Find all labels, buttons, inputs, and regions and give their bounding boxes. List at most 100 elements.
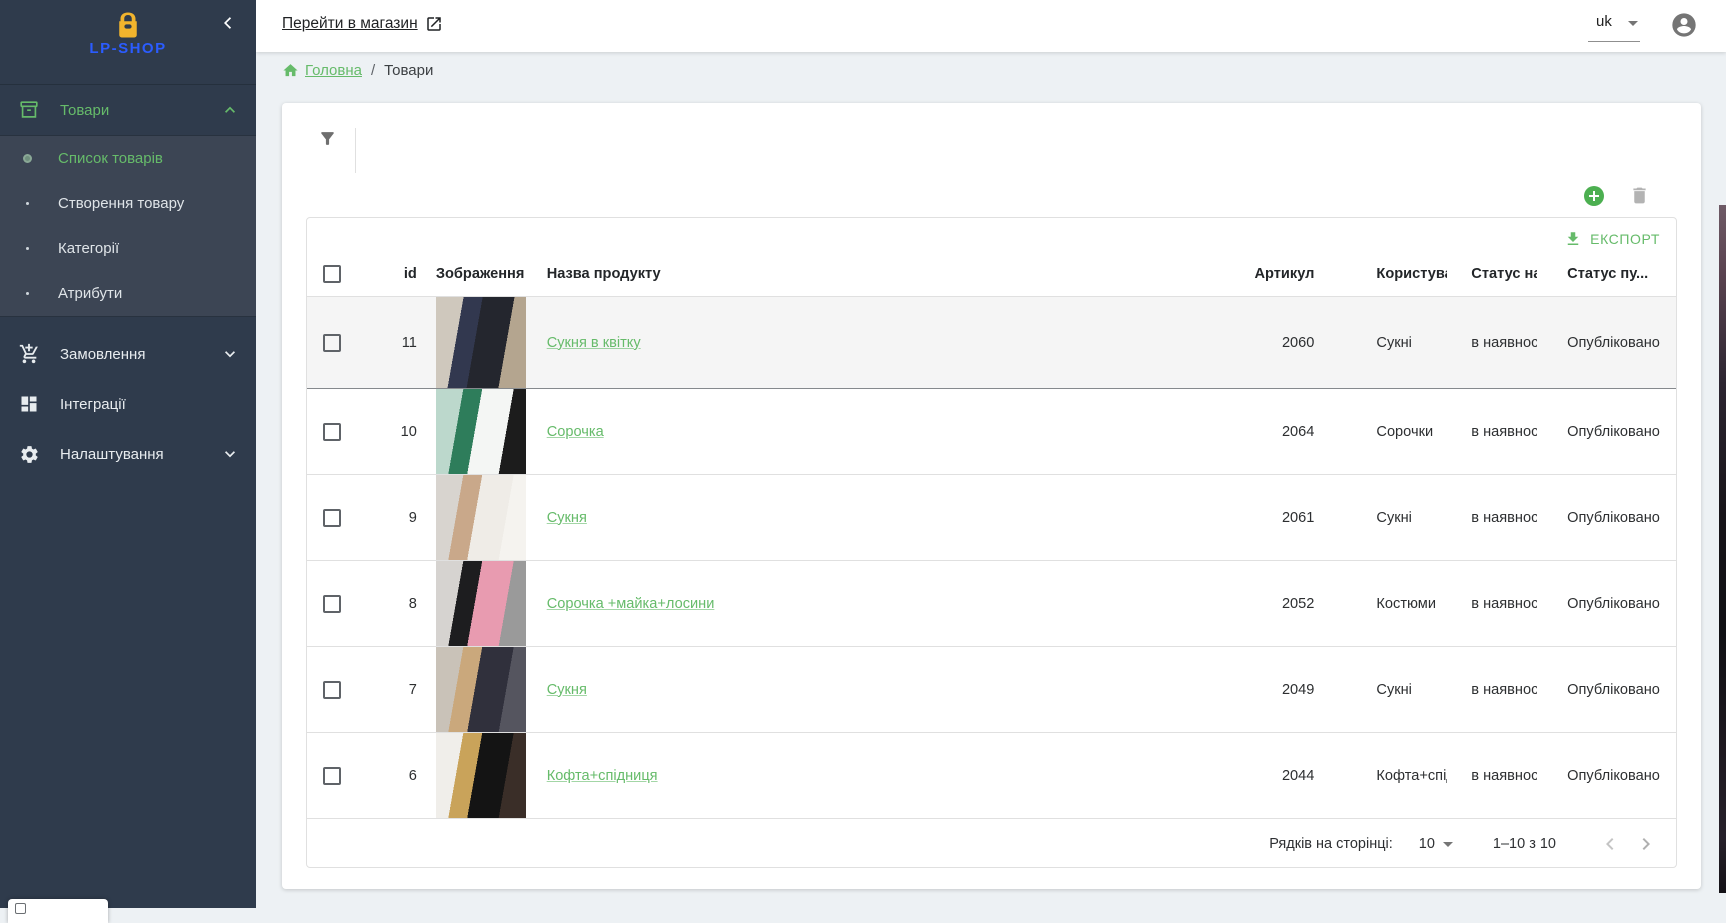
table-row: 11 Сукня в квітку 2060 Сукні в наявності…	[307, 297, 1676, 389]
bullet-icon	[20, 242, 34, 256]
chevron-left-icon	[1598, 832, 1622, 856]
user-avatar-button[interactable]	[1670, 11, 1698, 39]
product-publish-status: Опубліковано	[1537, 424, 1676, 440]
sidebar-collapse-button[interactable]	[214, 9, 242, 37]
sidebar-item-attributes[interactable]: Атрибути	[0, 271, 256, 316]
submenu-label: Список товарів	[58, 150, 163, 167]
breadcrumb-home-label: Головна	[305, 62, 362, 79]
add-circle-icon	[1582, 184, 1606, 208]
export-button[interactable]: ЕКСПОРТ	[1558, 226, 1666, 252]
column-header-id: id	[381, 266, 417, 282]
product-link[interactable]: Сукня	[547, 510, 587, 526]
product-stock-status: в наявності	[1447, 424, 1537, 440]
sidebar: LP-SHOP Товари Список товарів Створення …	[0, 0, 256, 908]
filter-toolbar	[282, 103, 1701, 173]
topbar: Перейти в магазин uk	[256, 0, 1726, 52]
orders-cart-icon	[18, 343, 40, 365]
sidebar-item-integrations[interactable]: Інтеграції	[0, 379, 256, 429]
product-id: 7	[381, 682, 417, 698]
add-product-button[interactable]	[1582, 184, 1606, 208]
product-image	[436, 475, 526, 560]
table-row: 6 Кофта+спідниця 2044 Кофта+спідниц в на…	[307, 733, 1676, 819]
product-publish-status: Опубліковано	[1537, 682, 1676, 698]
sidebar-item-label: Налаштування	[60, 446, 220, 463]
page: LP-SHOP Товари Список товарів Створення …	[0, 0, 1726, 908]
previous-page-button[interactable]	[1594, 828, 1626, 860]
product-link[interactable]: Сорочка +майка+лосини	[547, 596, 715, 612]
row-checkbox[interactable]	[323, 334, 341, 352]
sidebar-item-orders[interactable]: Замовлення	[0, 329, 256, 379]
table-row: 8 Сорочка +майка+лосини 2052 Костюми в н…	[307, 561, 1676, 647]
product-image	[436, 647, 526, 732]
next-page-button[interactable]	[1630, 828, 1662, 860]
sidebar-item-product-list[interactable]: Список товарів	[0, 136, 256, 181]
column-header-category: Користува...	[1357, 266, 1447, 282]
product-category: Сукні	[1357, 335, 1447, 351]
column-header-sku: Артикул	[1240, 266, 1358, 282]
content-card: ЕКСПОРТ id Зображення Назва продукту Арт…	[282, 103, 1701, 889]
product-sku: 2061	[1240, 510, 1358, 526]
go-to-store-link[interactable]: Перейти в магазин	[282, 15, 443, 33]
row-checkbox[interactable]	[323, 595, 341, 613]
product-id: 11	[381, 335, 417, 351]
product-stock-status: в наявності	[1447, 682, 1537, 698]
language-select[interactable]: uk	[1588, 8, 1640, 42]
product-id: 10	[381, 424, 417, 440]
product-link[interactable]: Сукня в квітку	[547, 335, 641, 351]
chevron-down-icon	[220, 344, 240, 364]
language-value: uk	[1596, 13, 1612, 30]
active-bullet-icon	[20, 152, 34, 166]
row-checkbox[interactable]	[323, 681, 341, 699]
sidebar-item-settings[interactable]: Налаштування	[0, 429, 256, 479]
product-category: Сукні	[1357, 682, 1447, 698]
table-body: 11 Сукня в квітку 2060 Сукні в наявності…	[307, 297, 1676, 819]
row-checkbox[interactable]	[323, 509, 341, 527]
sidebar-item-product-create[interactable]: Створення товару	[0, 181, 256, 226]
sidebar-item-categories[interactable]: Категорії	[0, 226, 256, 271]
caret-down-icon	[1628, 21, 1638, 26]
row-checkbox[interactable]	[323, 423, 341, 441]
product-category: Кофта+спідниц	[1357, 768, 1447, 784]
sidebar-item-label: Інтеграції	[60, 396, 240, 413]
delete-selected-button[interactable]	[1629, 185, 1651, 207]
product-link[interactable]: Сорочка	[547, 424, 604, 440]
bullet-icon	[20, 197, 34, 211]
product-stock-status: в наявності	[1447, 510, 1537, 526]
products-submenu: Список товарів Створення товару Категорі…	[0, 135, 256, 317]
product-category: Сукні	[1357, 510, 1447, 526]
sidebar-item-products[interactable]: Товари	[0, 85, 256, 135]
product-link[interactable]: Кофта+спідниця	[547, 768, 658, 784]
submenu-label: Створення товару	[58, 195, 184, 212]
column-header-stock-status: Статус на...	[1447, 266, 1537, 282]
column-header-image: Зображення	[417, 251, 533, 296]
chevron-down-icon	[220, 444, 240, 464]
home-icon	[282, 62, 299, 79]
brand-name: LP-SHOP	[0, 40, 256, 57]
product-link[interactable]: Сукня	[547, 682, 587, 698]
product-stock-status: в наявності	[1447, 596, 1537, 612]
download-icon	[1564, 230, 1582, 248]
product-category: Костюми	[1357, 596, 1447, 612]
rows-per-page-select[interactable]: 10	[1419, 836, 1453, 852]
product-sku: 2049	[1240, 682, 1358, 698]
filter-button[interactable]	[312, 123, 342, 153]
product-image	[436, 297, 526, 388]
select-all-checkbox[interactable]	[323, 265, 341, 283]
product-id: 6	[381, 768, 417, 784]
caret-down-icon	[1443, 842, 1453, 847]
product-sku: 2064	[1240, 424, 1358, 440]
breadcrumb-home-link[interactable]: Головна	[282, 62, 362, 79]
row-checkbox[interactable]	[323, 767, 341, 785]
bottom-left-cutoff-widget[interactable]	[8, 899, 108, 923]
product-image	[436, 561, 526, 646]
pagination-bar: Рядків на сторінці: 10 1–10 з 10	[307, 819, 1676, 868]
rows-per-page-label: Рядків на сторінці:	[1269, 836, 1393, 852]
product-category: Сорочки	[1357, 424, 1447, 440]
product-image	[436, 389, 526, 474]
right-edge-content-sliver	[1719, 205, 1726, 893]
pagination-range: 1–10 з 10	[1493, 836, 1556, 852]
sidebar-item-label: Замовлення	[60, 346, 220, 363]
product-publish-status: Опубліковано	[1537, 335, 1676, 351]
product-image	[436, 733, 526, 818]
product-sku: 2052	[1240, 596, 1358, 612]
